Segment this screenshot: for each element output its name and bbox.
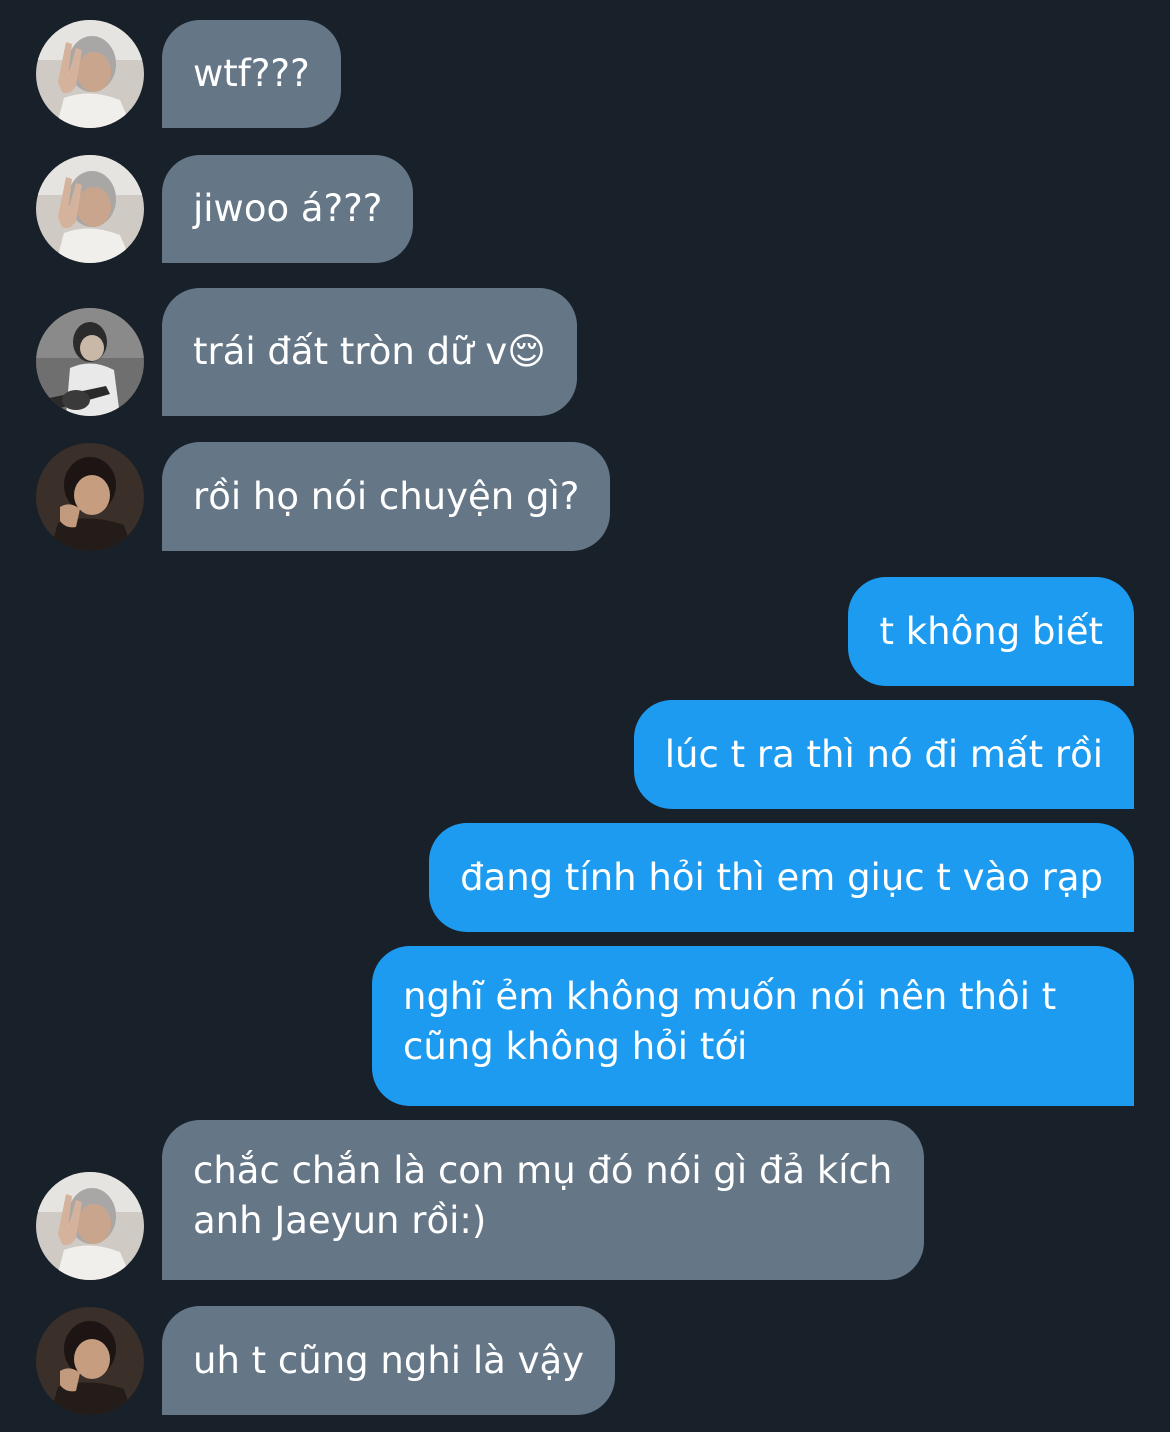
avatar-user-c[interactable] (36, 1307, 144, 1415)
message-text: rồi họ nói chuyện gì? (193, 474, 580, 518)
message-text: nghĩ ẻm không muốn nói nên thôi t cũng k… (403, 975, 1057, 1068)
avatar-photo-icon (36, 20, 144, 128)
avatar-photo-icon (36, 155, 144, 263)
avatar-photo-icon (36, 443, 144, 551)
message-bubble[interactable]: wtf??? (162, 20, 341, 128)
message-bubble-own[interactable]: t không biết (848, 577, 1134, 686)
message-text: chắc chắn là con mụ đó nói gì đả kích an… (193, 1149, 893, 1242)
message-bubble[interactable]: trái đất tròn dữ v😌 (162, 288, 577, 416)
message-text: lúc t ra thì nó đi mất rồi (664, 732, 1103, 776)
message-bubble-own[interactable]: nghĩ ẻm không muốn nói nên thôi t cũng k… (372, 946, 1134, 1106)
message-bubble[interactable]: uh t cũng nghi là vậy (162, 1306, 616, 1415)
message-text: trái đất tròn dữ v😌 (193, 330, 546, 373)
avatar-user-a[interactable] (36, 20, 144, 128)
message-text: đang tính hỏi thì em giục t vào rạp (460, 855, 1103, 899)
message-bubble[interactable]: chắc chắn là con mụ đó nói gì đả kích an… (162, 1120, 924, 1280)
avatar-user-a[interactable] (36, 1172, 144, 1280)
message-text: jiwoo á??? (193, 187, 383, 230)
message-bubble-own[interactable]: lúc t ra thì nó đi mất rồi (633, 700, 1134, 809)
avatar-user-a[interactable] (36, 155, 144, 263)
avatar-photo-icon (36, 1307, 144, 1415)
chat-thread: wtf??? jiwoo á??? trái đất tròn dữ v😌 rồ… (0, 0, 1170, 1432)
message-bubble[interactable]: rồi họ nói chuyện gì? (162, 442, 611, 551)
avatar-user-b[interactable] (36, 308, 144, 416)
message-bubble-own[interactable]: đang tính hỏi thì em giục t vào rạp (429, 823, 1134, 932)
avatar-photo-icon (36, 308, 144, 416)
message-text: wtf??? (193, 52, 310, 95)
message-text: t không biết (879, 609, 1103, 653)
avatar-photo-icon (36, 1172, 144, 1280)
message-bubble[interactable]: jiwoo á??? (162, 155, 414, 263)
message-text: uh t cũng nghi là vậy (193, 1338, 585, 1382)
avatar-user-c[interactable] (36, 443, 144, 551)
